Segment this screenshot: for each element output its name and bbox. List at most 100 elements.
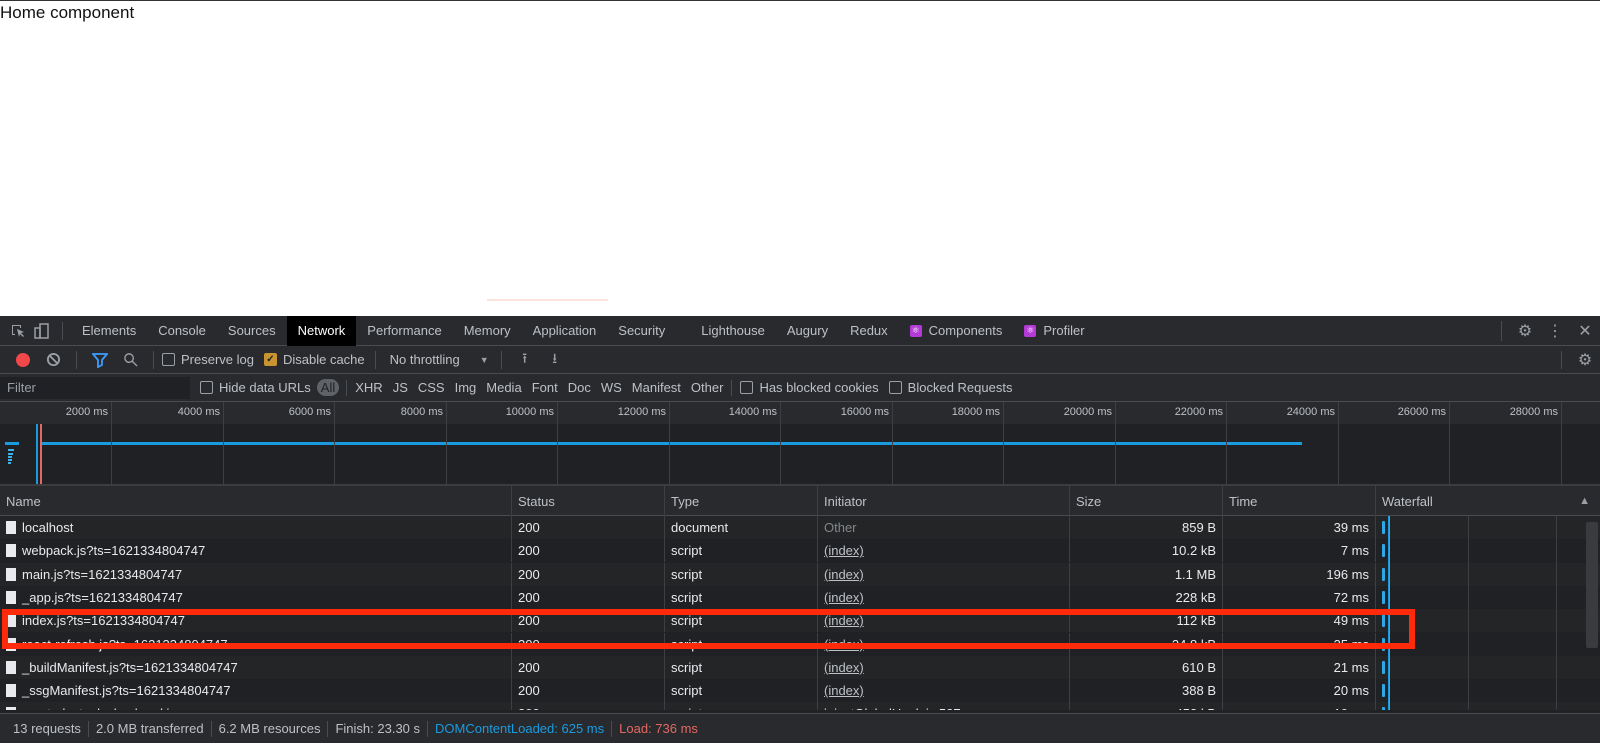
column-header-initiator[interactable]: Initiator	[818, 486, 1070, 516]
initiator-link[interactable]: (index)	[824, 683, 864, 698]
filter-type-xhr[interactable]: XHR	[350, 380, 387, 395]
preserve-log-checkbox[interactable]: Preserve log	[162, 352, 254, 367]
export-har-download-icon[interactable]: ⭳	[540, 348, 570, 372]
cell-size: 453 kB	[1070, 702, 1223, 710]
tab-elements[interactable]: Elements	[71, 316, 147, 346]
checkbox-checked-icon[interactable]: ✓	[263, 353, 277, 366]
tab-profiler[interactable]: ⚛ Profiler	[1013, 316, 1095, 346]
tab-label: Lighthouse	[701, 323, 765, 338]
filter-type-other[interactable]: Other	[686, 380, 729, 395]
tab-augury[interactable]: Augury	[776, 316, 839, 346]
cell-initiator[interactable]: injectGlobalHook.js:527	[818, 702, 1070, 710]
cell-initiator[interactable]: (index)	[818, 562, 1070, 586]
timeline-tick-label: 6000 ms	[288, 406, 331, 418]
initiator-link[interactable]: (index)	[824, 660, 864, 675]
filter-type-font[interactable]: Font	[527, 380, 563, 395]
timeline-request-bar	[8, 459, 12, 461]
cell-type: script	[665, 585, 818, 609]
table-row[interactable]: react-refresh.js?ts=1621334804747 200 scri…	[0, 632, 1600, 656]
cell-status: 200	[512, 655, 665, 679]
table-row[interactable]: _buildManifest.js?ts=1621334804747 200 scr…	[0, 655, 1600, 679]
close-devtools-icon[interactable]: ✕	[1570, 316, 1600, 346]
filter-type-img[interactable]: Img	[450, 380, 482, 395]
cell-initiator[interactable]: (index)	[818, 539, 1070, 563]
waterfall-load-line	[1389, 516, 1390, 710]
cell-time: 196 ms	[1223, 562, 1376, 586]
column-header-time[interactable]: Time	[1223, 486, 1376, 516]
tab-label: Security	[618, 323, 666, 338]
search-button[interactable]	[115, 346, 145, 374]
cell-type: script	[665, 609, 818, 633]
tab-lighthouse[interactable]: Lighthouse	[690, 316, 776, 346]
initiator-link[interactable]: (index)	[824, 637, 864, 652]
filter-type-doc[interactable]: Doc	[563, 380, 596, 395]
filter-type-css[interactable]: CSS	[413, 380, 450, 395]
table-scrollbar[interactable]	[1586, 522, 1598, 648]
filter-type-manifest[interactable]: Manifest	[627, 380, 686, 395]
initiator-link[interactable]: (index)	[824, 567, 864, 582]
preserve-log-label: Preserve log	[181, 352, 254, 367]
table-row[interactable]: webpack.js?ts=1621334804747 200 script (ind…	[0, 539, 1600, 563]
filter-type-all[interactable]: All	[316, 379, 340, 396]
blocked-requests-checkbox[interactable]: Blocked Requests	[888, 380, 1012, 395]
timeline-overview[interactable]: 2000 ms 4000 ms 6000 ms 8000 ms 10000 ms 1200…	[0, 402, 1600, 486]
column-header-name[interactable]: Name	[0, 486, 512, 516]
page-decoration-line	[487, 299, 608, 301]
filter-type-ws[interactable]: WS	[596, 380, 627, 395]
filter-toggle-button[interactable]	[85, 346, 115, 374]
column-header-status[interactable]: Status	[512, 486, 665, 516]
cell-initiator[interactable]: (index)	[818, 632, 1070, 656]
device-toolbar-icon[interactable]	[30, 316, 54, 346]
checkbox-box[interactable]	[740, 381, 754, 394]
tab-memory[interactable]: Memory	[453, 316, 522, 346]
has-blocked-cookies-checkbox[interactable]: Has blocked cookies	[740, 380, 879, 395]
tab-performance[interactable]: Performance	[356, 316, 452, 346]
cell-initiator[interactable]: (index)	[818, 679, 1070, 703]
tab-redux[interactable]: Redux	[839, 316, 899, 346]
table-row[interactable]: _ssgManifest.js?ts=1621334804747 200 scrip…	[0, 679, 1600, 703]
initiator-link[interactable]: (index)	[824, 543, 864, 558]
timeline-tick-label: 22000 ms	[1174, 406, 1223, 418]
filter-type-js[interactable]: JS	[388, 380, 413, 395]
import-har-upload-icon[interactable]: ⭱	[510, 348, 540, 372]
table-row[interactable]: localhost 200 document Other 859 B 39 ms	[0, 516, 1600, 539]
cell-initiator[interactable]: (index)	[818, 585, 1070, 609]
throttling-select[interactable]: No throttling ▼	[390, 352, 489, 367]
table-row[interactable]: react_devtools_backend.js 200script inject…	[0, 702, 1600, 710]
tab-network[interactable]: Network	[286, 315, 357, 346]
checkbox-box[interactable]	[162, 353, 175, 366]
cell-initiator[interactable]: (index)	[818, 655, 1070, 679]
initiator-link[interactable]: (index)	[824, 613, 864, 628]
column-header-size[interactable]: Size	[1070, 486, 1223, 516]
disable-cache-checkbox[interactable]: ✓ Disable cache	[263, 352, 365, 367]
tab-sources[interactable]: Sources	[217, 316, 287, 346]
table-row[interactable]: index.js?ts=1621334804747 200 script (index…	[0, 609, 1600, 633]
tab-console[interactable]: Console	[147, 316, 217, 346]
checkbox-box[interactable]	[200, 381, 213, 394]
initiator-link[interactable]: (index)	[824, 590, 864, 605]
network-settings-gear-icon[interactable]: ⚙	[1570, 350, 1600, 370]
filter-input[interactable]	[0, 376, 190, 399]
record-button[interactable]	[8, 346, 38, 374]
column-header-label: Size	[1076, 493, 1102, 509]
settings-gear-icon[interactable]: ⚙	[1510, 316, 1540, 346]
cell-status: 200	[512, 702, 665, 710]
more-options-icon[interactable]: ⋮	[1540, 316, 1570, 346]
clear-button[interactable]	[38, 346, 68, 374]
divider	[1501, 321, 1502, 341]
tab-security[interactable]: Security	[607, 316, 676, 346]
cell-status: 200	[512, 679, 665, 703]
filter-type-media[interactable]: Media	[481, 380, 526, 395]
column-header-type[interactable]: Type	[665, 486, 818, 516]
inspect-element-icon[interactable]	[6, 316, 30, 346]
hide-data-urls-checkbox[interactable]: Hide data URLs	[200, 380, 311, 395]
record-icon	[16, 352, 30, 367]
tab-components[interactable]: ⚛ Components	[899, 316, 1014, 346]
tab-application[interactable]: Application	[522, 316, 608, 346]
request-name: _buildManifest.js?ts=1621334804747	[22, 659, 238, 675]
column-header-waterfall[interactable]: Waterfall ▲	[1376, 486, 1600, 516]
cell-initiator[interactable]: (index)	[818, 609, 1070, 633]
table-row[interactable]: main.js?ts=1621334804747 200 script (index)…	[0, 562, 1600, 586]
table-row[interactable]: _app.js?ts=1621334804747 200 script (index)…	[0, 585, 1600, 609]
checkbox-box[interactable]	[888, 381, 902, 394]
